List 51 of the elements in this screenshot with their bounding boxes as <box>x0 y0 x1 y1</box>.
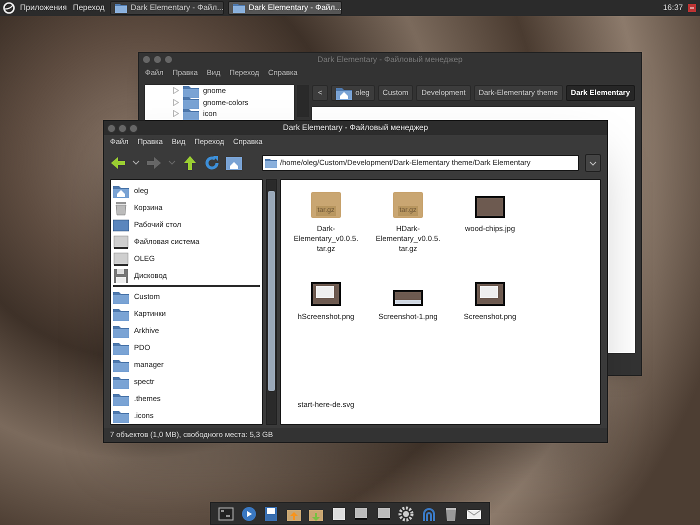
screenshot-thumbnail <box>393 290 423 306</box>
screenshot-thumbnail <box>311 282 341 306</box>
caret-icon <box>132 160 140 165</box>
folder-icon <box>113 340 129 354</box>
drive-launcher[interactable] <box>330 506 347 522</box>
trash-icon <box>113 200 129 216</box>
network-launcher[interactable] <box>420 506 437 522</box>
panel-menu[interactable]: Приложения <box>19 2 68 14</box>
folder-icon <box>114 3 127 13</box>
folder-icon <box>113 392 129 406</box>
image-thumbnail <box>475 196 505 218</box>
window-title: Dark Elementary - Файловый менеджер <box>316 54 464 66</box>
folder-icon <box>183 84 199 98</box>
window-title: Dark Elementary - Файловый менеджер <box>282 122 430 134</box>
folder-icon <box>113 306 129 320</box>
screenshot-thumbnail <box>475 282 505 306</box>
folder-icon <box>265 158 277 168</box>
folder-icon <box>113 408 129 422</box>
drive-launcher[interactable] <box>376 506 392 522</box>
desktop-folder-icon <box>113 218 129 232</box>
panel-menu[interactable]: Переход <box>72 2 106 14</box>
reload-button[interactable] <box>204 155 220 171</box>
taskbar-button[interactable]: Dark Elementary - Файл... <box>228 1 342 15</box>
folder-icon <box>183 95 199 110</box>
home-button[interactable] <box>226 155 242 171</box>
tray-icon <box>687 3 697 13</box>
folder-icon <box>113 324 129 338</box>
folder-icon <box>113 290 129 304</box>
folder-icon <box>232 3 245 13</box>
drive-launcher[interactable] <box>353 506 370 522</box>
logo-icon <box>3 2 15 14</box>
home-folder-icon <box>336 86 352 100</box>
dropdown-button[interactable] <box>585 154 601 172</box>
scrollbar[interactable] <box>266 179 277 425</box>
folder-icon <box>113 374 129 388</box>
up-button[interactable] <box>182 155 198 171</box>
scrollbar-thumb[interactable] <box>268 191 275 391</box>
home-folder-icon <box>113 184 129 198</box>
clock: 16:37 <box>662 2 683 14</box>
drive-icon <box>113 234 129 250</box>
gear-launcher[interactable] <box>398 506 414 522</box>
folder-icon <box>183 106 199 121</box>
terminal-launcher[interactable] <box>218 506 234 522</box>
folder-icon <box>113 358 129 372</box>
caret-icon <box>590 162 596 166</box>
drive-icon <box>113 250 129 266</box>
taskbar-button[interactable]: Dark Elementary - Файл... <box>110 1 224 15</box>
floppy-disk-launcher[interactable] <box>263 506 280 522</box>
play-launcher[interactable] <box>240 506 257 522</box>
caret-icon <box>168 160 176 165</box>
back-button[interactable] <box>110 155 126 171</box>
